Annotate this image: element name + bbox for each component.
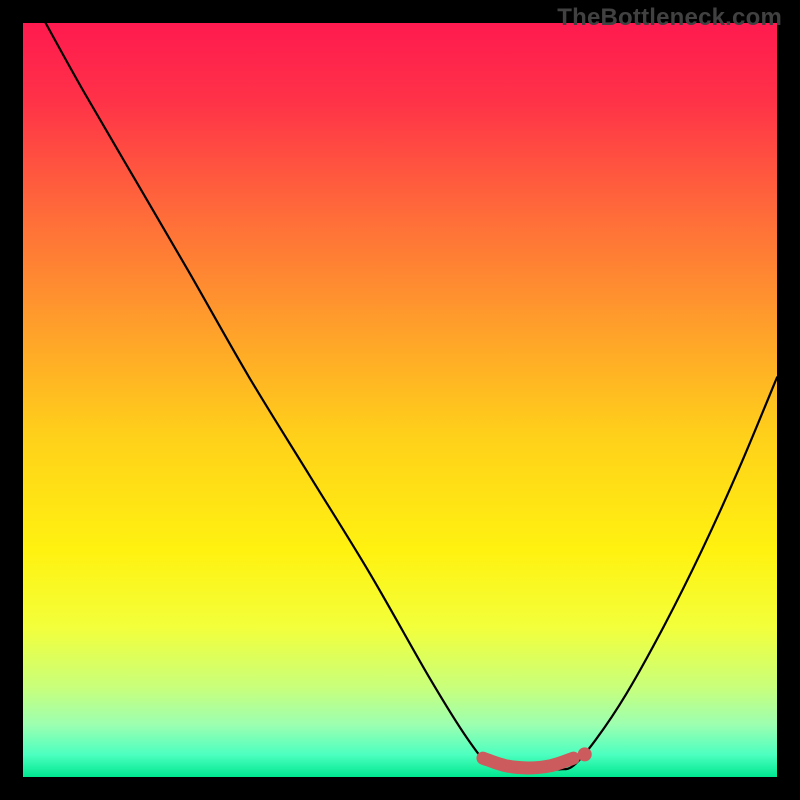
watermark-text: TheBottleneck.com <box>557 4 782 32</box>
optimal-range-marker <box>23 23 777 777</box>
chart-frame: TheBottleneck.com <box>0 0 800 800</box>
plot-area <box>23 23 777 777</box>
